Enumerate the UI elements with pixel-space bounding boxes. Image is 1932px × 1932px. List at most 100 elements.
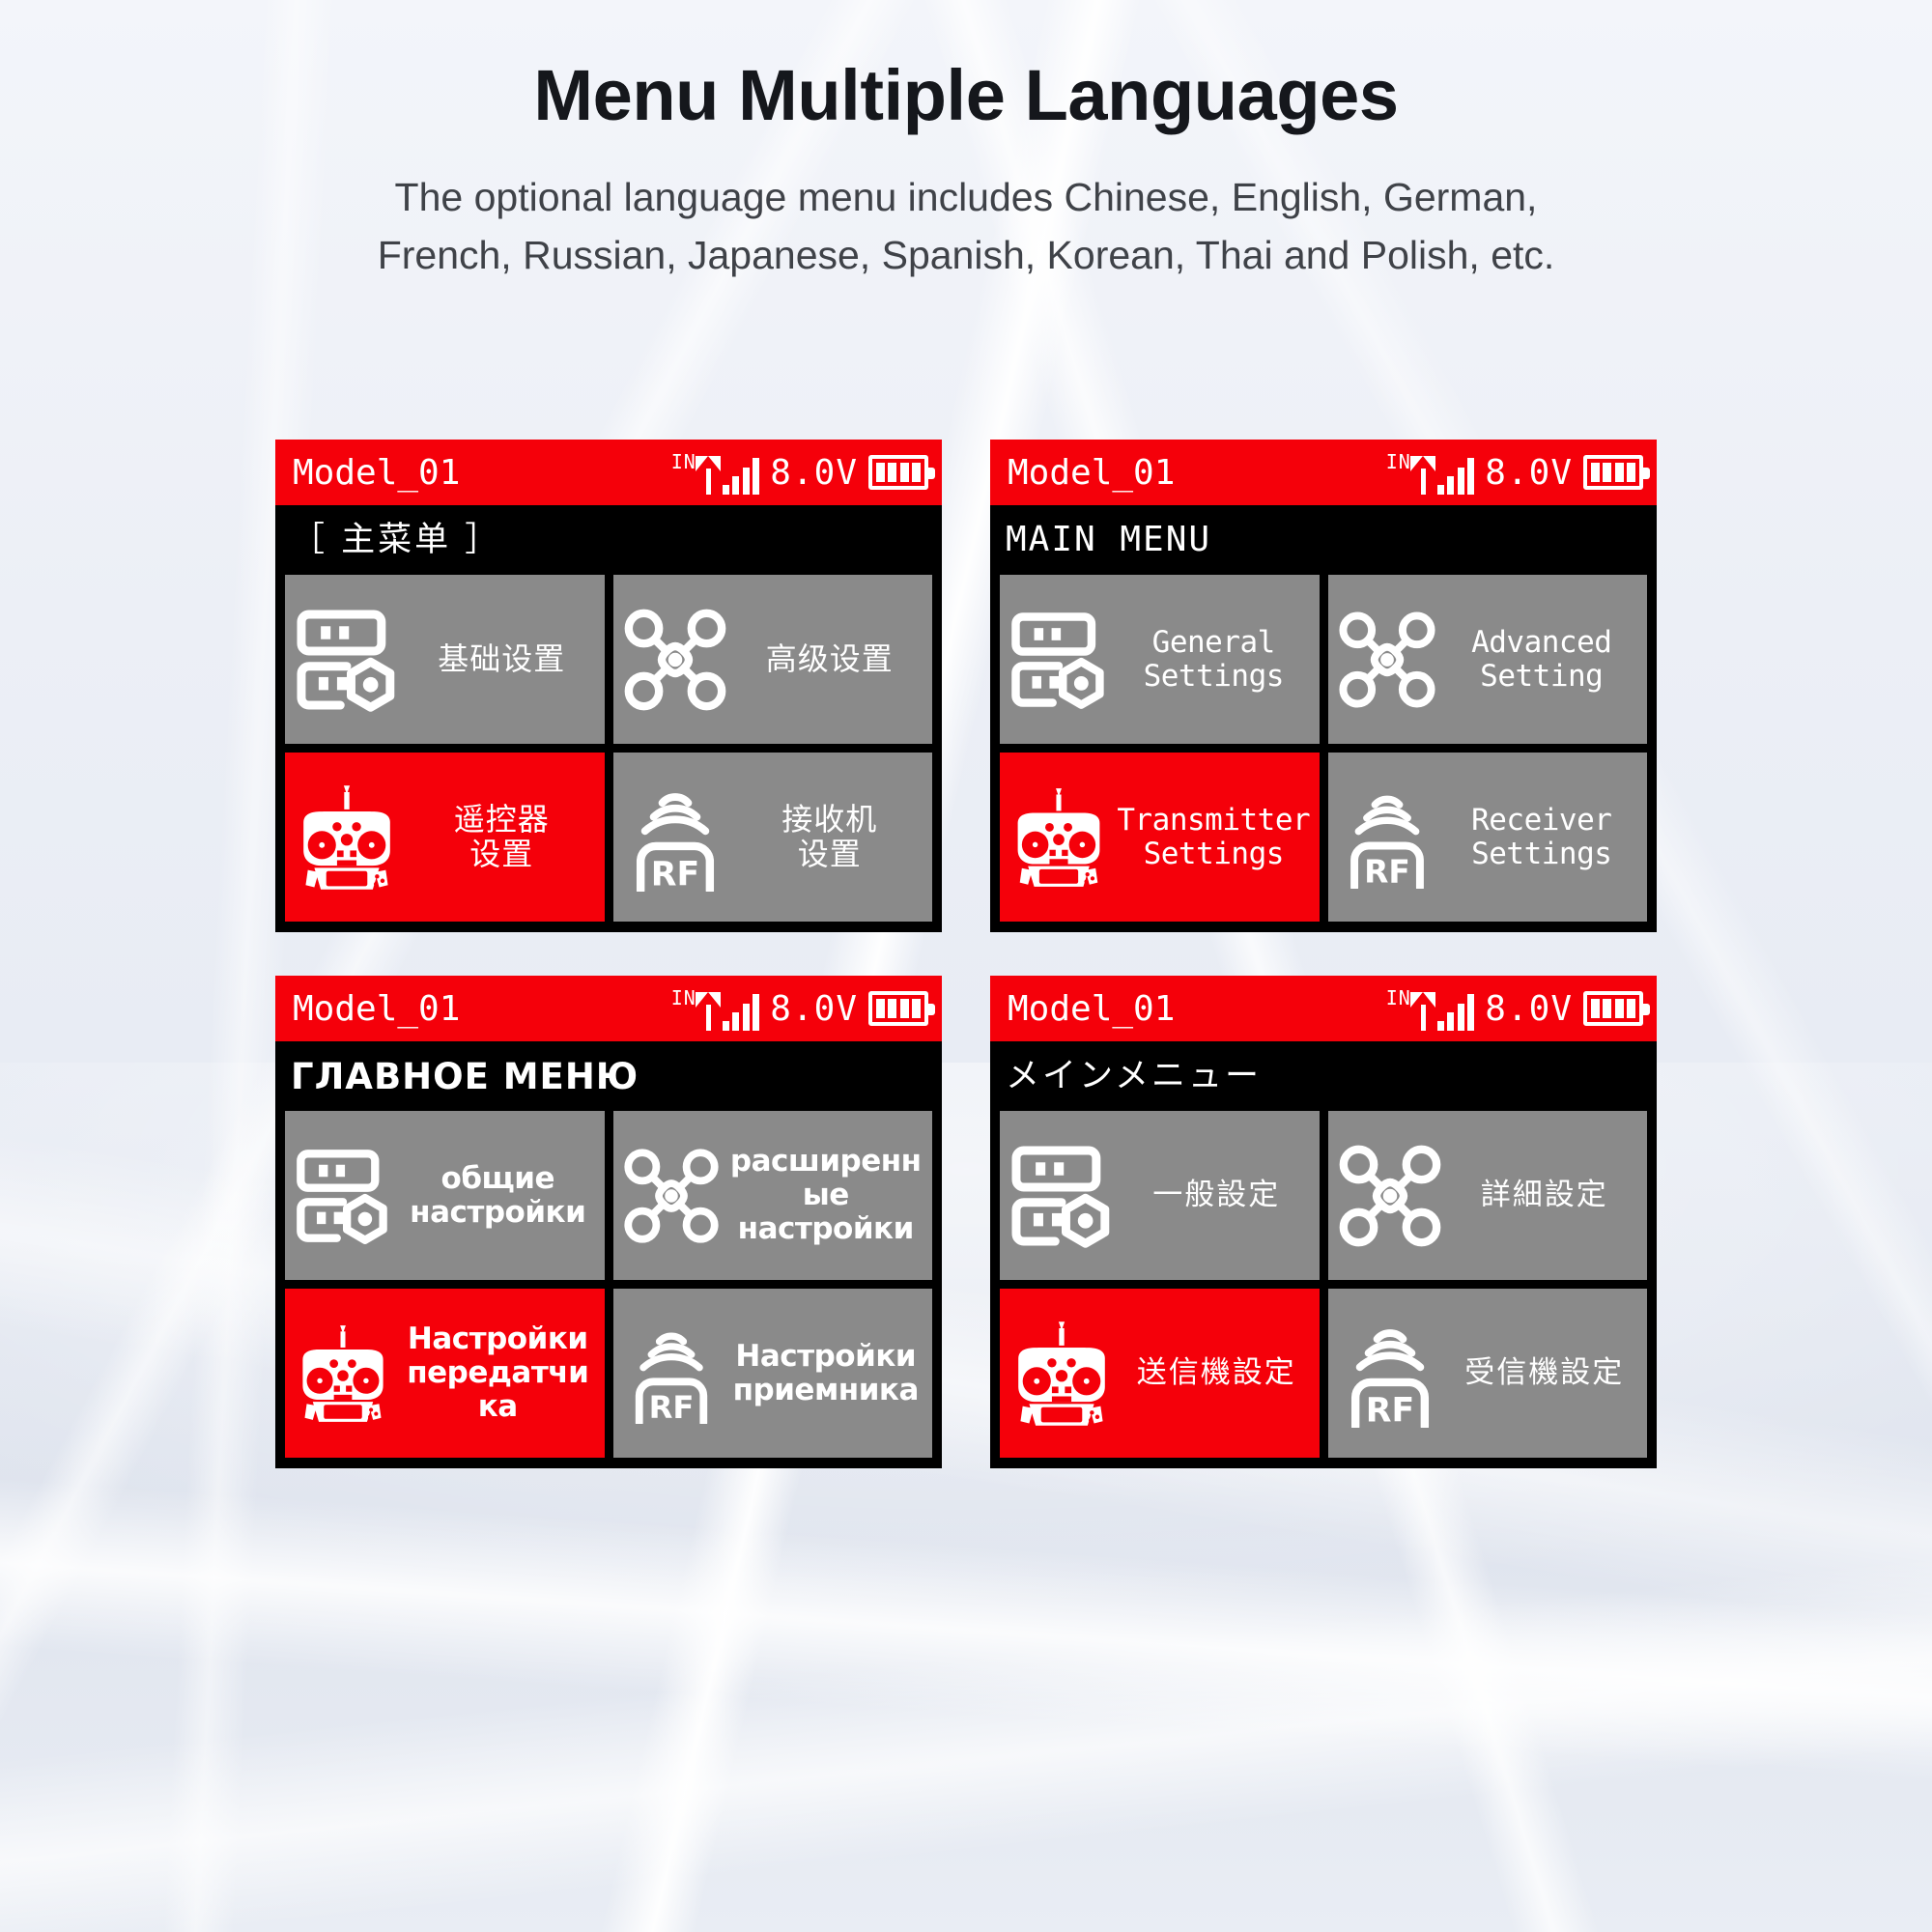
tile-label-line: ые <box>802 1178 850 1213</box>
menu-tile-grid: 一般設定 詳細設定 送信機設定 RF 受信機設定 <box>990 1111 1657 1468</box>
tile-label-line: передатчи <box>407 1355 589 1391</box>
menu-tile-grid: общие настройки расширенн ые настройки Н… <box>275 1111 942 1468</box>
menu-title-bar: メインメニュー <box>990 1041 1657 1111</box>
battery-segment <box>1591 999 1600 1018</box>
status-bar: Model_01 IN 8.0V <box>990 976 1657 1041</box>
battery-segment <box>1591 463 1600 482</box>
menu-tile-0[interactable]: 一般設定 <box>1000 1111 1320 1280</box>
menu-tile-0[interactable]: General Settings <box>1000 575 1320 744</box>
menu-tile-3[interactable]: RF Receiver Settings <box>1327 753 1647 922</box>
transmitter-icon <box>1008 1320 1116 1428</box>
antenna-icon <box>695 992 722 1031</box>
menu-tile-0[interactable]: общие настройки <box>285 1111 605 1280</box>
menu-tile-grid: General Settings Advanced Setting Transm… <box>990 575 1657 932</box>
svg-text:RF: RF <box>1365 1391 1413 1428</box>
status-bar: Model_01 IN 8.0V <box>990 440 1657 505</box>
device-screen-ru: Model_01 IN 8.0V ГЛАВНОЕ МЕНЮ общие наст… <box>275 976 942 1468</box>
menu-tile-label: 基础设置 <box>407 641 597 677</box>
page-title: Menu Multiple Languages <box>533 55 1399 135</box>
tile-label-line: Advanced <box>1471 624 1612 660</box>
tile-label-line: 接收机 <box>781 800 878 838</box>
menu-title-text: ［ 主菜单 ］ <box>291 520 502 559</box>
battery-segment <box>888 999 897 1018</box>
status-indicators: IN 8.0V <box>1386 450 1650 495</box>
status-bar: Model_01 IN 8.0V <box>275 440 942 505</box>
battery-segment <box>912 463 921 482</box>
model-name-label: Model_01 <box>1008 988 1176 1029</box>
general-settings-icon <box>1008 609 1110 711</box>
general-settings-icon <box>293 606 401 714</box>
menu-tile-label: Настройки приемника <box>727 1339 925 1406</box>
tile-label-line: 一般設定 <box>1152 1178 1281 1213</box>
menu-tile-1[interactable]: расширенн ые настройки <box>612 1111 932 1280</box>
signal-bar <box>1447 1012 1455 1031</box>
page-root: Menu Multiple Languages The optional lan… <box>0 0 1932 1932</box>
menu-tile-label: расширенн ые настройки <box>727 1145 925 1245</box>
menu-tile-3[interactable]: RF 接收机 设置 <box>612 753 932 922</box>
signal-strength-icon: IN <box>671 986 760 1031</box>
tile-label-line: настройки <box>410 1194 586 1230</box>
model-name-label: Model_01 <box>293 988 461 1029</box>
tile-label-line: 詳細設定 <box>1480 1178 1608 1213</box>
menu-tile-label: 遥控器 设置 <box>407 800 597 872</box>
battery-segment <box>1627 999 1635 1018</box>
voltage-label: 8.0V <box>1485 988 1573 1029</box>
menu-tile-1[interactable]: 詳細設定 <box>1327 1111 1647 1280</box>
signal-bar <box>753 994 760 1031</box>
tile-label-line: 送信機設定 <box>1136 1355 1296 1391</box>
general-settings-icon <box>1008 1142 1116 1250</box>
device-screen-en: Model_01 IN 8.0V MAIN MENU General Setti… <box>990 440 1657 932</box>
network-label: IN <box>1385 450 1411 473</box>
voltage-label: 8.0V <box>770 452 858 493</box>
drone-icon <box>1336 1142 1444 1250</box>
signal-bar <box>1436 485 1444 495</box>
network-label: IN <box>670 450 696 473</box>
menu-tile-3[interactable]: RF Настройки приемника <box>612 1289 932 1458</box>
tile-label-line: Settings <box>1471 836 1612 871</box>
tile-label-line: 遥控器 <box>453 800 550 838</box>
signal-strength-icon: IN <box>1386 986 1475 1031</box>
status-indicators: IN 8.0V <box>671 986 935 1031</box>
menu-tile-2[interactable]: Настройки передатчи ка <box>285 1289 605 1458</box>
menu-tile-0[interactable]: 基础设置 <box>285 575 605 744</box>
menu-tile-1[interactable]: Advanced Setting <box>1327 575 1647 744</box>
signal-bar <box>722 1021 729 1031</box>
signal-strength-icon: IN <box>1386 450 1475 495</box>
battery-segment <box>888 463 897 482</box>
rf-receiver-icon: RF <box>621 783 729 892</box>
menu-tile-3[interactable]: RF 受信機設定 <box>1327 1289 1647 1458</box>
tile-label-line: Settings <box>1143 836 1285 871</box>
signal-bar <box>1436 1021 1444 1031</box>
page-subtitle: The optional language menu includes Chin… <box>0 169 1932 284</box>
menu-tile-2[interactable]: 遥控器 设置 <box>285 753 605 922</box>
tile-label-line: расширенн <box>729 1144 922 1179</box>
menu-title-bar: MAIN MENU <box>990 505 1657 575</box>
drone-icon <box>621 606 729 714</box>
svg-text:RF: RF <box>650 855 698 892</box>
battery-segment <box>1614 463 1624 482</box>
status-indicators: IN 8.0V <box>1386 986 1650 1031</box>
signal-bar <box>1457 1004 1464 1031</box>
menu-tile-2[interactable]: Transmitter Settings <box>1000 753 1320 922</box>
tile-label-line: General <box>1151 624 1276 660</box>
tile-label-line: Transmitter <box>1117 802 1311 838</box>
signal-bars <box>722 992 760 1031</box>
menu-tile-1[interactable]: 高级设置 <box>612 575 932 744</box>
transmitter-icon <box>293 783 401 892</box>
menu-title-text: ГЛАВНОЕ МЕНЮ <box>291 1055 639 1097</box>
tile-label-line: ка <box>477 1388 518 1424</box>
menu-tile-2[interactable]: 送信機設定 <box>1000 1289 1320 1458</box>
rf-receiver-icon: RF <box>621 1323 722 1424</box>
menu-tile-label: Transmitter Settings <box>1116 802 1312 871</box>
header-block: Menu Multiple Languages The optional lan… <box>0 0 1932 284</box>
svg-text:RF: RF <box>1364 853 1410 888</box>
menu-tile-label: 詳細設定 <box>1450 1179 1640 1212</box>
signal-strength-icon: IN <box>671 450 760 495</box>
menu-tile-label: Receiver Settings <box>1444 803 1640 871</box>
menu-tile-label: 接收机 设置 <box>735 800 925 872</box>
signal-bars <box>722 456 760 495</box>
signal-bar <box>742 1004 750 1031</box>
tile-label-line: 设置 <box>469 835 534 872</box>
svg-text:RF: RF <box>648 1388 694 1423</box>
tile-label-line: Setting <box>1480 658 1604 694</box>
